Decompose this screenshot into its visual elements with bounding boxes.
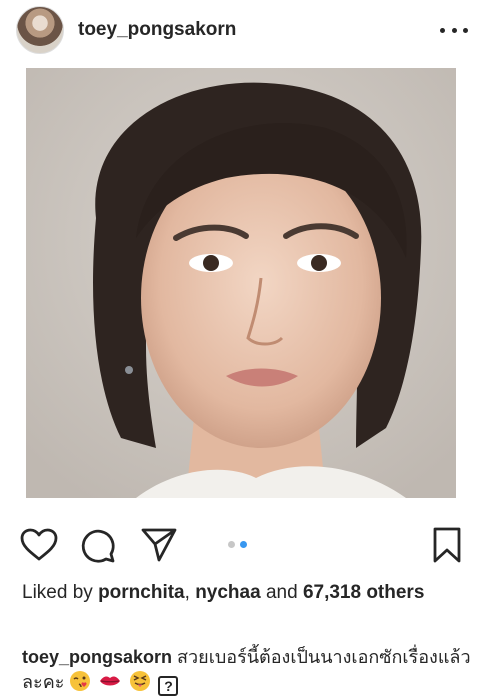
avatar[interactable] <box>16 6 64 54</box>
likes-separator: , <box>184 582 190 603</box>
liker-pornchita[interactable]: pornchita <box>98 582 185 603</box>
liker-nychaa[interactable]: nychaa <box>195 582 260 603</box>
squinting-tongue-emoji-icon <box>129 670 151 696</box>
more-horizontal-icon[interactable] <box>440 20 468 40</box>
likes-summary: Liked by pornchita, nychaa and 67,318 ot… <box>22 580 462 605</box>
post-actions <box>0 520 482 570</box>
likes-and: and <box>265 582 298 603</box>
bookmark-icon[interactable] <box>432 526 462 569</box>
post-caption: toey_pongsakorn สวยเบอร์นี้ต้องเป็นนางเอ… <box>22 645 472 696</box>
carousel-indicator <box>228 541 247 548</box>
heart-icon[interactable] <box>20 528 58 567</box>
post-header: toey_pongsakorn <box>0 0 482 60</box>
comment-icon[interactable] <box>80 528 116 569</box>
likes-count[interactable]: 67,318 others <box>303 582 424 603</box>
unknown-glyph-icon: ? <box>158 676 179 696</box>
post-username[interactable]: toey_pongsakorn <box>78 19 440 41</box>
portrait-image <box>26 68 456 498</box>
likes-prefix: Liked by <box>22 582 93 603</box>
carousel-dot-active <box>240 541 247 548</box>
share-icon[interactable] <box>140 527 178 568</box>
carousel-dot <box>228 541 235 548</box>
lips-emoji-icon <box>98 670 122 696</box>
post-photo[interactable] <box>26 68 456 498</box>
caption-username[interactable]: toey_pongsakorn <box>22 647 172 667</box>
kiss-wink-emoji-icon <box>69 670 91 696</box>
